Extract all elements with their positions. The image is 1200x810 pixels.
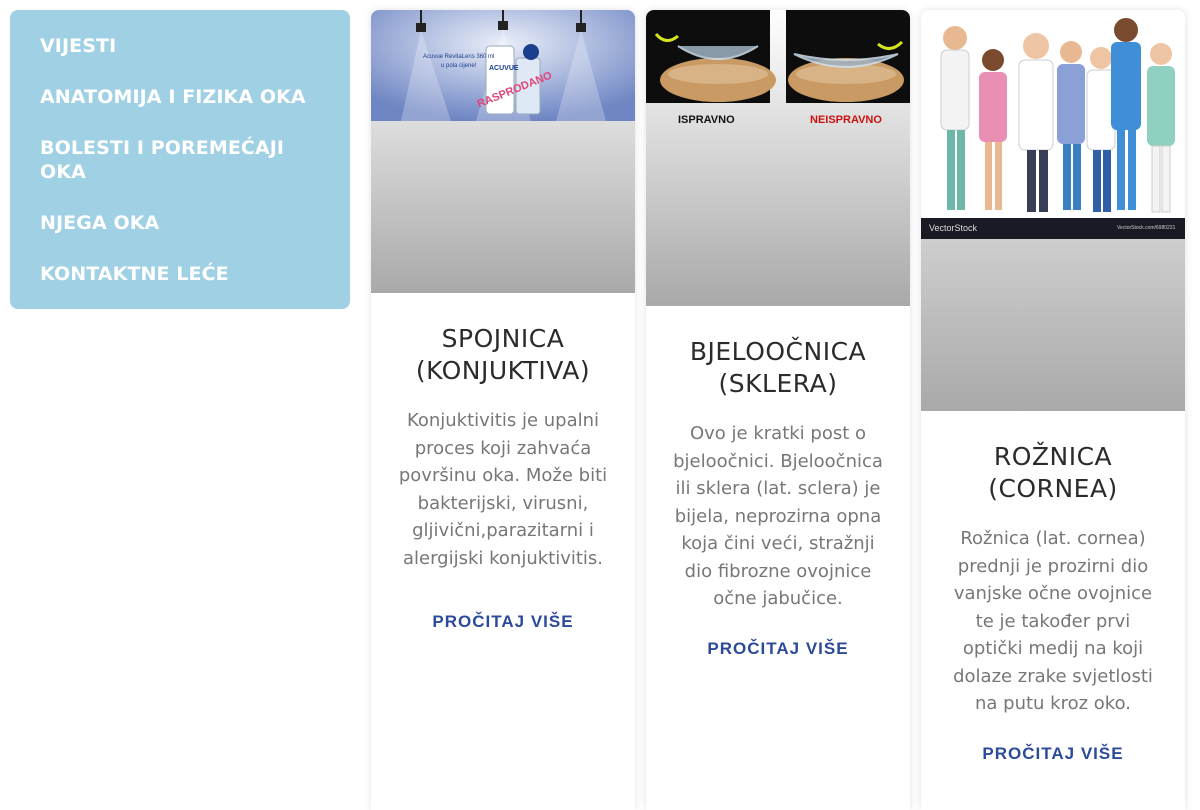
post-image-roznica[interactable]: VectorStock VectorStock.com/6980231 [921,10,1185,411]
post-title[interactable]: BJELOOČNICA (SKLERA) [668,336,888,400]
nav-item-kontaktne-lece[interactable]: KONTAKTNE LEĆE [40,262,320,286]
post-image-spojnica[interactable]: Acuvue RevitaLens 360 ml u pola cijene! … [371,10,635,293]
nav-item-vijesti[interactable]: VIJESTI [40,34,320,58]
watermark-brand: VectorStock [929,223,978,233]
contact-lens-comparison-image [646,10,910,103]
post-body: BJELOOČNICA (SKLERA) Ovo je kratki post … [646,336,910,659]
label-ispravno: ISPRAVNO [678,114,735,126]
watermark-id: VectorStock.com/6980231 [1117,225,1176,231]
nav-item-bolesti[interactable]: BOLESTI I POREMEĆAJI OKA [40,136,320,184]
banner-caption-2: u pola cijene! [441,63,477,69]
medical-staff-illustration [921,10,1185,239]
post-card-roznica: VectorStock VectorStock.com/6980231 ROŽN… [921,10,1185,810]
post-body: SPOJNICA (KONJUKTIVA) Konjuktivitis je u… [371,323,635,632]
sidebar-nav: VIJESTI ANATOMIJA I FIZIKA OKA BOLESTI I… [10,10,350,309]
read-more-link[interactable]: PROČITAJ VIŠE [707,639,848,659]
nav-item-anatomija[interactable]: ANATOMIJA I FIZIKA OKA [40,85,320,109]
post-image-bjeloocnica[interactable]: ISPRAVNO NEISPRAVNO [646,10,910,306]
read-more-link[interactable]: PROČITAJ VIŠE [982,744,1123,764]
banner-caption-1: Acuvue RevitaLens 360 ml [423,54,495,60]
post-title[interactable]: ROŽNICA (CORNEA) [943,441,1163,505]
nav-item-njega[interactable]: NJEGA OKA [40,211,320,235]
post-excerpt: Rožnica (lat. cornea) prednji je prozirn… [953,528,1153,714]
post-excerpt: Ovo je kratki post o bjeloočnici. Bjeloo… [673,423,883,609]
post-excerpt: Konjuktivitis je upalni proces koji zahv… [398,410,608,569]
post-title[interactable]: SPOJNICA (KONJUKTIVA) [393,323,613,387]
post-card-spojnica: Acuvue RevitaLens 360 ml u pola cijene! … [371,10,635,810]
banner-brand: ACUVUE [489,65,519,72]
post-body: ROŽNICA (CORNEA) Rožnica (lat. cornea) p… [921,441,1185,764]
label-neispravno: NEISPRAVNO [810,114,882,126]
post-card-bjeloocnica: ISPRAVNO NEISPRAVNO BJELOOČNICA (SKLERA)… [646,10,910,810]
read-more-link[interactable]: PROČITAJ VIŠE [432,612,573,632]
